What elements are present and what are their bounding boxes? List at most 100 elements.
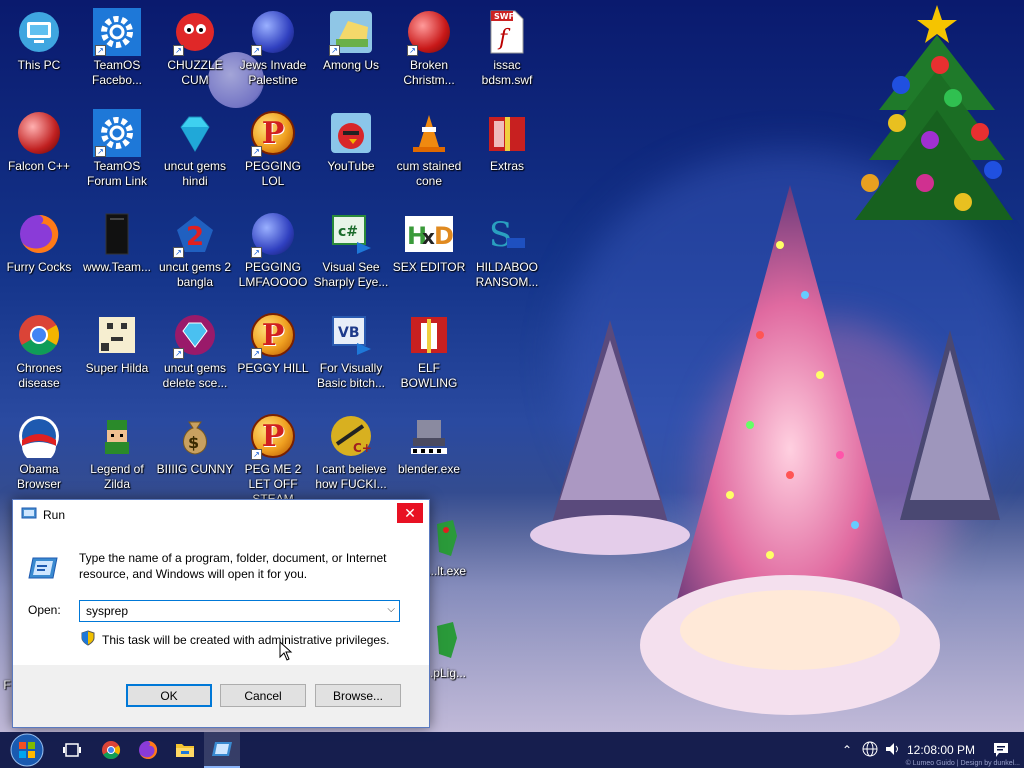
desktop-icon-jews-invade-palestine[interactable]: ↗ Jews Invade Palestine [234,8,312,88]
desktop-icon-teamos-facebook[interactable]: ↗ TeamOS Facebo... [78,8,156,88]
desktop-icon-broken-christmas[interactable]: ↗ Broken Christm... [390,8,468,88]
ornament-ball-icon: ↗ [249,210,297,258]
hxd-icon: HxD [405,210,453,258]
open-input[interactable]: sysprep ⌵ [79,600,400,622]
desktop-icon-furry-cocks[interactable]: Furry Cocks [0,210,78,275]
obama-logo-icon [15,412,63,460]
desktop-icon-visual-see-sharply[interactable]: c# Visual See Sharply Eye... [312,210,390,290]
run-titlebar[interactable]: Run [13,500,429,530]
uac-shield-icon [81,630,95,649]
desktop-icon-chrones-disease[interactable]: Chrones disease [0,311,78,391]
desktop-icon-cant-believe[interactable]: C++ I cant believe how FUCKI... [312,412,390,492]
network-globe-icon[interactable] [858,741,882,760]
among-us-icon: ↗ [327,8,375,56]
peggle-icon: P ↗ [249,109,297,157]
desktop-icon-uncut-gems-hindi[interactable]: uncut gems hindi [156,109,234,189]
desktop-icon-youtube[interactable]: YouTube [312,109,390,174]
desktop-icon-super-hilda[interactable]: Super Hilda [78,311,156,376]
start-button[interactable] [6,732,48,768]
icon-label: www.Team... [82,260,151,274]
desktop-icon-among-us[interactable]: ↗ Among Us [312,8,390,73]
svg-text:2: 2 [186,222,204,252]
money-bag-icon: $ [171,412,219,460]
chrome-icon [102,741,121,760]
notification-icon[interactable] [978,742,1024,758]
desktop-icon-obama-browser[interactable]: Obama Browser [0,412,78,492]
angry-birds-icon [327,109,375,157]
browse-button[interactable]: Browse... [315,684,401,707]
task-view-button[interactable] [54,732,90,768]
settings-gear-icon: ↗ [93,109,141,157]
icon-label: TeamOS Forum Link [86,159,148,188]
icon-label: Chrones disease [16,361,62,390]
desktop-icon-falcon-cpp[interactable]: Falcon C++ [0,109,78,174]
taskbar-file-explorer[interactable] [167,732,203,768]
svg-text:C++: C++ [353,441,373,455]
icon-label: Legend of Zilda [90,462,144,491]
icon-label: cum stained cone [396,159,462,188]
desktop-icon-uncut-gems-delete[interactable]: ↗ uncut gems delete sce... [156,311,234,391]
desktop-icon-cum-stained-cone[interactable]: cum stained cone [390,109,468,189]
desktop-icon-this-pc[interactable]: This PC [0,8,78,73]
firefox-icon [139,740,158,759]
desktop-icon-www-team[interactable]: www.Team... [78,210,156,275]
mouse-cursor-icon [279,641,293,661]
desktop-icon-extras[interactable]: Extras [468,109,546,174]
desktop-icon-biiiig-cunny[interactable]: $ BIIIIG CUNNY [156,412,234,477]
desktop-icon-peg-me-2[interactable]: P ↗ PEG ME 2 LET OFF STEAM [234,412,312,507]
black-file-icon [93,210,141,258]
shortcut-arrow-icon: ↗ [329,45,340,56]
desktop-icon-teamos-forum-link[interactable]: ↗ TeamOS Forum Link [78,109,156,189]
script-icon: S [483,210,531,258]
shortcut-arrow-icon: ↗ [173,247,184,258]
svg-text:$: $ [188,433,199,452]
pixel-character-icon [93,311,141,359]
desktop-icon-blender-exe[interactable]: blender.exe [390,412,468,477]
icon-label: issac bdsm.swf [481,58,533,87]
run-title: Run [43,508,66,522]
icon-label: ELF BOWLING [400,361,458,390]
clock[interactable]: 12:08:00 PM [904,743,978,757]
desktop-icon-chuzzle[interactable]: ↗ CHUZZLE CUM [156,8,234,88]
run-app-icon [21,505,37,526]
icon-label: I cant believe how FUCKI... [315,462,387,491]
christmas-ornament-icon: ↗ [405,8,453,56]
desktop-icon-peggy-hill[interactable]: P ↗ PEGGY HILL [234,311,312,376]
shortcut-arrow-icon: ↗ [251,247,262,258]
desktop-icon-sex-editor[interactable]: HxD SEX EDITOR [390,210,468,275]
taskbar-chrome[interactable] [93,732,129,768]
volume-icon[interactable] [882,742,904,759]
book-icon [405,311,453,359]
open-input-value: sysprep [86,604,129,618]
desktop-icon-elf-bowling[interactable]: ELF BOWLING [390,311,468,391]
gift-box-icon [483,109,531,157]
admin-note: This task will be created with administr… [81,630,389,649]
taskbar-firefox[interactable] [130,732,166,768]
close-button[interactable]: ✕ [397,503,423,523]
desktop-icon-legend-of-zilda[interactable]: Legend of Zilda [78,412,156,492]
shortcut-arrow-icon: ↗ [251,45,262,56]
chevron-up-icon[interactable]: ⌃ [836,743,858,757]
settings-gear-icon: ↗ [93,8,141,56]
desktop-icon-pegging-lol[interactable]: P ↗ PEGGING LOL [234,109,312,189]
cancel-button[interactable]: Cancel [220,684,306,707]
taskbar-run[interactable] [204,732,240,768]
bejeweled-icon: ↗ [171,311,219,359]
icon-label: HILDABOO RANSOM... [475,260,539,289]
icon-label: Obama Browser [16,462,61,491]
svg-text:VB: VB [338,325,360,341]
desktop-icon-issac-swf[interactable]: SWF f issac bdsm.swf [468,8,546,88]
desktop-icon-visually-basic[interactable]: VB For Visually Basic bitch... [312,311,390,391]
desktop-icon-hildaboo-ransom[interactable]: S HILDABOO RANSOM... [468,210,546,290]
desktop-icon-uncut-gems-2-bangla[interactable]: 2 ↗ uncut gems 2 bangla [156,210,234,290]
icon-label: Furry Cocks [6,260,72,274]
lighted-christmas-tree [640,185,940,715]
icon-label: BIIIIG CUNNY [156,462,234,476]
desktop-icon-pegging-lmfaoooo[interactable]: ↗ PEGGING LMFAOOOO [234,210,312,290]
shortcut-arrow-icon: ↗ [407,45,418,56]
icon-label: Jews Invade Palestine [239,58,307,87]
chevron-down-icon[interactable]: ⌵ [387,604,395,615]
cplusplus-icon: C++ [327,412,375,460]
ok-button[interactable]: OK [126,684,212,707]
falcon-ornament-icon [15,109,63,157]
